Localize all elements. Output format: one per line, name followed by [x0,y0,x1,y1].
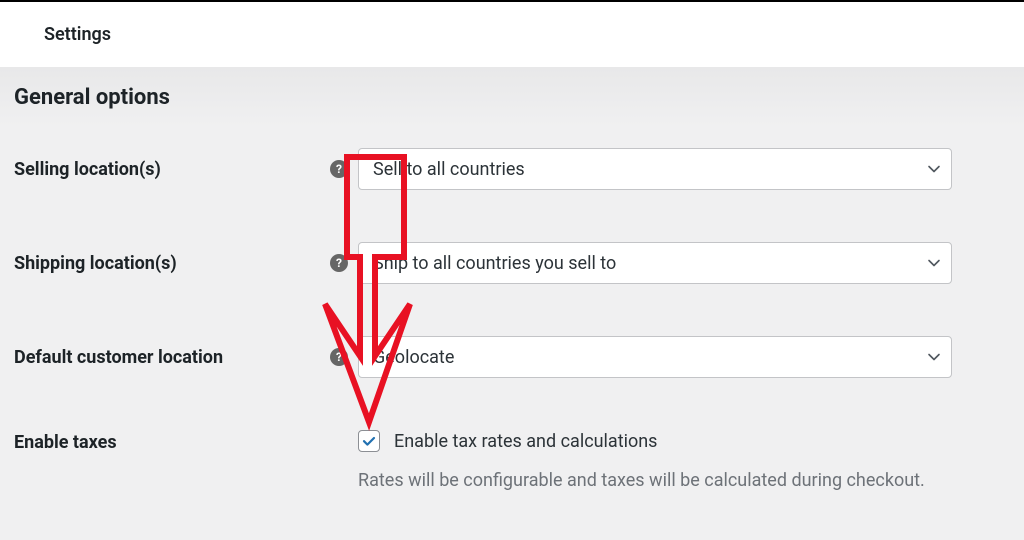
settings-content: General options Selling location(s) ? Se… [0,67,1024,515]
default-customer-location-select[interactable]: Geolocate [358,336,952,378]
help-icon[interactable]: ? [330,160,348,178]
selling-location-value: Sell to all countries [373,159,525,180]
enable-taxes-label: Enable taxes [14,432,117,453]
shipping-location-value: Ship to all countries you sell to [373,253,616,274]
enable-taxes-checkbox[interactable] [358,430,380,452]
shipping-location-label: Shipping location(s) [14,253,177,274]
row-shipping-location: Shipping location(s) ? Ship to all count… [14,242,1010,284]
selling-location-label: Selling location(s) [14,159,161,180]
row-selling-location: Selling location(s) ? Sell to all countr… [14,148,1010,190]
help-icon[interactable]: ? [330,348,348,366]
row-enable-taxes: Enable taxes Enable tax rates and calcul… [14,430,1010,491]
help-icon[interactable]: ? [330,254,348,272]
default-customer-location-label: Default customer location [14,347,223,368]
default-customer-location-value: Geolocate [373,347,454,368]
enable-taxes-checkbox-label: Enable tax rates and calculations [394,431,657,452]
checkmark-icon [361,433,377,449]
section-heading: General options [14,85,1010,110]
enable-taxes-description: Rates will be configurable and taxes wil… [358,470,952,491]
page-title: Settings [44,24,980,45]
shipping-location-select[interactable]: Ship to all countries you sell to [358,242,952,284]
selling-location-select[interactable]: Sell to all countries [358,148,952,190]
row-default-customer-location: Default customer location ? Geolocate [14,336,1010,378]
page-header: Settings [0,2,1024,67]
